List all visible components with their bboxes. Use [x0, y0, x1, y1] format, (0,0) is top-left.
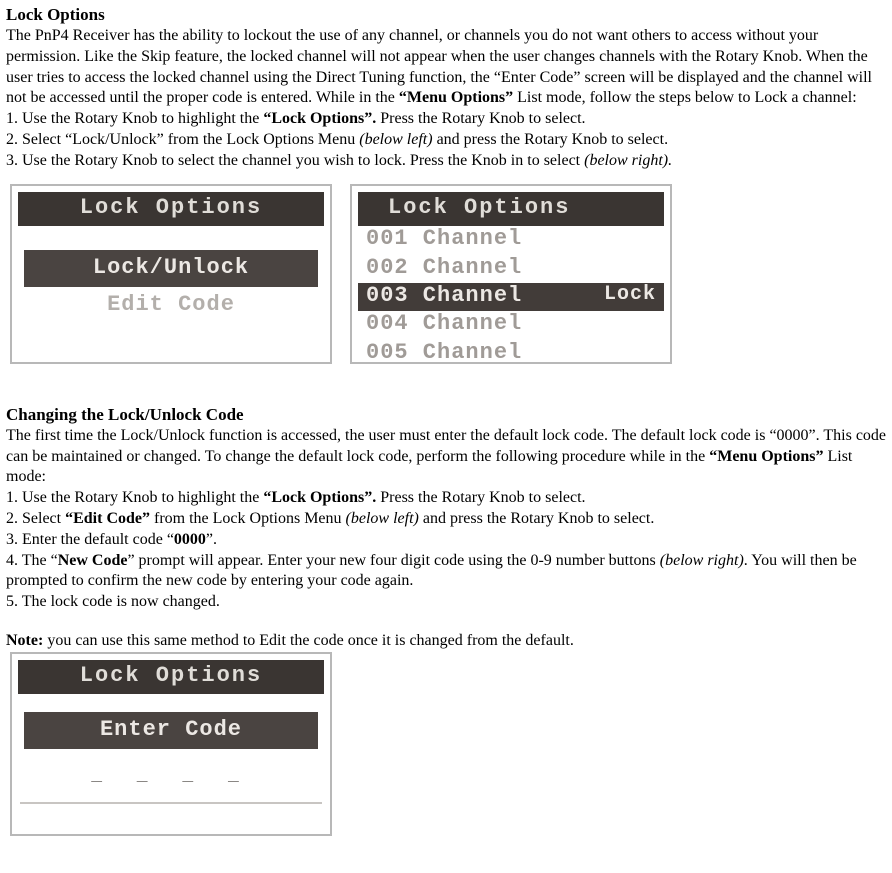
text: 4. The “ [6, 552, 58, 569]
lcd-item-lock-unlock: Lock/Unlock [24, 250, 318, 287]
lcd-channel-row: 004 Channel [358, 311, 664, 339]
text: 002 Channel [366, 255, 522, 281]
note: Note: you can use this same method to Ed… [6, 631, 886, 652]
note-label: Note: [6, 632, 43, 649]
text: ”. [206, 531, 217, 548]
text-italic: (below right). [584, 152, 672, 169]
lcd-code-digits: _ _ _ _ [18, 755, 324, 796]
step-2b: 2. Select “Edit Code” from the Lock Opti… [6, 509, 886, 530]
text: from the Lock Options Menu [150, 510, 346, 527]
lock-tag: Lock [604, 283, 656, 309]
lcd-body: Lock/Unlock Edit Code [18, 226, 324, 323]
lcd-row-2: Lock Options Enter Code _ _ _ _ [10, 652, 886, 836]
text: 005 Channel [366, 340, 522, 366]
text: Press the Rotary Knob to select. [376, 489, 585, 506]
text-bold: “Lock Options”. [263, 489, 376, 506]
text-bold: 0000 [174, 531, 206, 548]
text: 2. Select [6, 510, 65, 527]
lcd-body: Enter Code _ _ _ _ [18, 694, 324, 832]
lcd-screen-enter-code: Lock Options Enter Code _ _ _ _ [10, 652, 332, 836]
text: ” prompt will appear. Enter your new fou… [127, 552, 659, 569]
text-italic: (below right) [660, 552, 744, 569]
lcd-body: 001 Channel 002 Channel 003 ChannelLock … [358, 226, 664, 368]
para-changing-code-intro: The first time the Lock/Unlock function … [6, 426, 886, 488]
step-4b: 4. The “New Code” prompt will appear. En… [6, 551, 886, 593]
text: 003 Channel [366, 283, 522, 309]
text: 3. Enter the default code “ [6, 531, 174, 548]
text-bold: New Code [58, 552, 128, 569]
lcd-bottom-divider [20, 802, 322, 830]
heading-lock-options: Lock Options [6, 4, 886, 26]
lcd-screen-lock-options-menu: Lock Options Lock/Unlock Edit Code [10, 184, 332, 364]
lcd-title: Lock Options [358, 192, 664, 227]
text-bold: “Lock Options”. [263, 110, 376, 127]
lcd-channel-row-selected: 003 Channel Lock [358, 283, 664, 311]
lcd-item-edit-code: Edit Code [18, 287, 324, 324]
lcd-title: Lock Options [18, 192, 324, 227]
text-bold: “Menu Options” [399, 89, 513, 106]
text: 2. Select “Lock/Unlock” from the Lock Op… [6, 131, 359, 148]
text-bold: “Menu Options” [709, 448, 823, 465]
text: 1. Use the Rotary Knob to highlight the [6, 489, 263, 506]
text-italic: (below left) [346, 510, 419, 527]
heading-changing-code: Changing the Lock/Unlock Code [6, 404, 886, 426]
text: 001 Channel [366, 226, 522, 252]
para-lock-options-intro: The PnP4 Receiver has the ability to loc… [6, 26, 886, 109]
note-text: you can use this same method to Edit the… [43, 632, 574, 649]
lcd-channel-row: 002 Channel [358, 255, 664, 283]
text: 1. Use the Rotary Knob to highlight the [6, 110, 263, 127]
text: and press the Rotary Knob to select. [433, 131, 669, 148]
text: 3. Use the Rotary Knob to select the cha… [6, 152, 584, 169]
lcd-enter-code-label: Enter Code [24, 712, 318, 749]
text: 004 Channel [366, 311, 522, 337]
step-3b: 3. Enter the default code “0000”. [6, 530, 886, 551]
step-5b: 5. The lock code is now changed. [6, 592, 886, 613]
lcd-channel-row: 005 Channel [358, 340, 664, 368]
text: and press the Rotary Knob to select. [419, 510, 655, 527]
lcd-row-1: Lock Options Lock/Unlock Edit Code Lock … [10, 184, 886, 364]
lcd-title: Lock Options [18, 660, 324, 695]
text-italic: (below left) [359, 131, 432, 148]
text-bold: “Edit Code” [65, 510, 150, 527]
lcd-channel-row: 001 Channel [358, 226, 664, 254]
step-1: 1. Use the Rotary Knob to highlight the … [6, 109, 886, 130]
step-3: 3. Use the Rotary Knob to select the cha… [6, 151, 886, 172]
text: List mode, follow the steps below to Loc… [513, 89, 856, 106]
text: Press the Rotary Knob to select. [376, 110, 585, 127]
step-2: 2. Select “Lock/Unlock” from the Lock Op… [6, 130, 886, 151]
lcd-screen-channel-list: Lock Options 001 Channel 002 Channel 003… [350, 184, 672, 364]
step-1b: 1. Use the Rotary Knob to highlight the … [6, 488, 886, 509]
